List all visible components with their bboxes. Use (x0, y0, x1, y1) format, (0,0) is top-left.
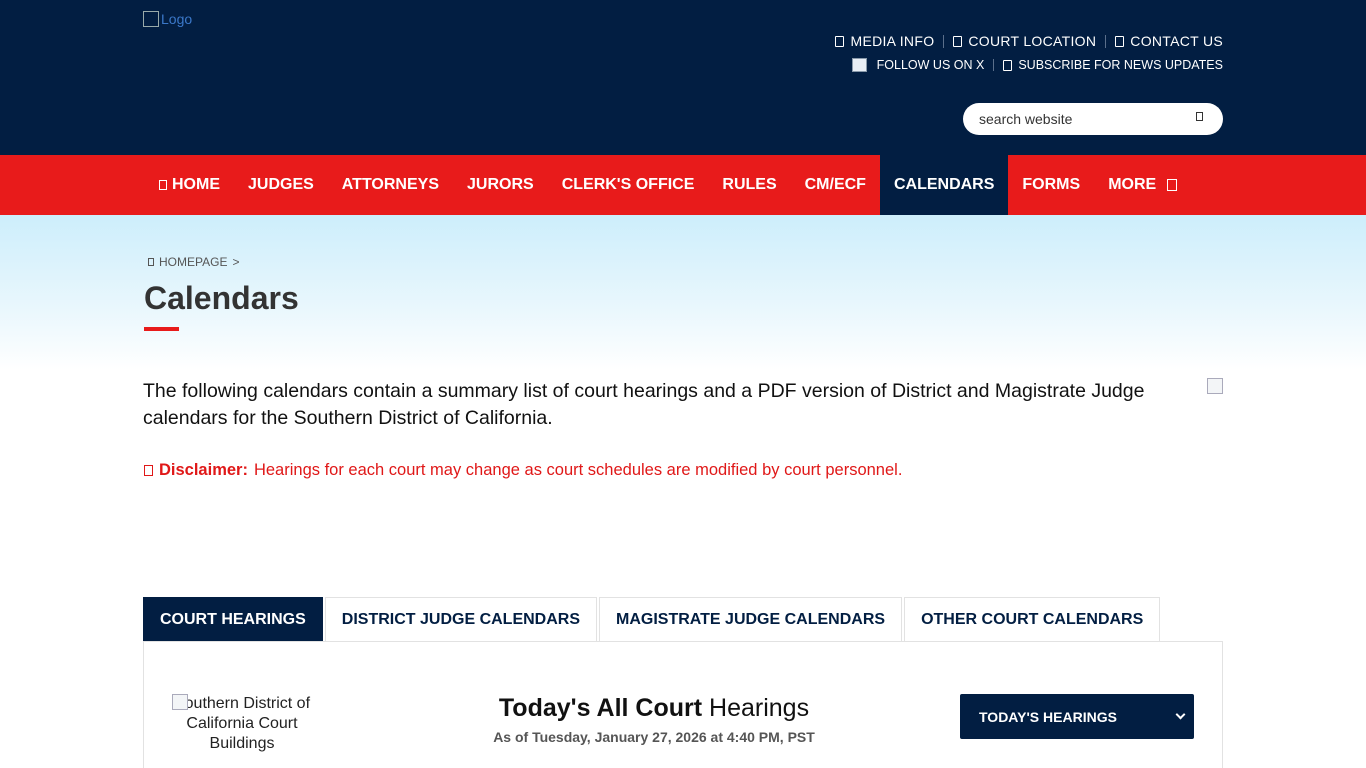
tab-district-judge-calendars[interactable]: DISTRICT JUDGE CALENDARS (324, 597, 598, 642)
logo-alt-text: Logo (161, 11, 193, 27)
breadcrumb: HOMEPAGE > (148, 255, 239, 269)
media-info-label: MEDIA INFO (850, 33, 935, 49)
subscribe-news-label: SUBSCRIBE FOR NEWS UPDATES (1018, 58, 1223, 72)
nav-item-forms[interactable]: FORMS (1008, 155, 1094, 215)
disclaimer-label: Disclaimer: (159, 461, 248, 479)
page-hero: HOMEPAGE > Calendars (0, 215, 1366, 370)
contact-us-label: CONTACT US (1130, 33, 1223, 49)
logo-image-icon (143, 11, 159, 27)
nav-label: JURORS (467, 176, 534, 193)
main-nav: HOME JUDGES ATTORNEYS JURORS CLERK'S OFF… (0, 155, 1366, 215)
hearings-title-bold: Today's All Court (498, 694, 703, 722)
hearings-as-of: As of Tuesday, January 27, 2026 at 4:40 … (493, 729, 815, 745)
site-logo[interactable]: Logo (143, 11, 192, 27)
media-info-icon (835, 35, 845, 47)
court-location-label: COURT LOCATION (968, 33, 1097, 49)
warning-icon (144, 465, 153, 476)
nav-label: CLERK'S OFFICE (561, 176, 695, 193)
breadcrumb-home-link[interactable]: HOMEPAGE (159, 255, 227, 269)
home-icon (148, 258, 154, 266)
social-links: FOLLOW US ON X SUBSCRIBE FOR NEWS UPDATE… (851, 58, 1223, 72)
court-location-link[interactable]: COURT LOCATION (953, 33, 1096, 49)
title-underline (144, 327, 179, 331)
search-input[interactable] (963, 111, 1178, 127)
hearings-title-rest: Hearings (709, 694, 810, 722)
nav-label: MORE (1108, 176, 1157, 193)
nav-label: CM/ECF (804, 176, 866, 193)
follow-us-x-link[interactable]: FOLLOW US ON X (851, 58, 985, 72)
x-logo-icon (851, 58, 867, 72)
nav-label: ATTORNEYS (341, 176, 439, 193)
nav-label: JUDGES (248, 176, 314, 193)
disclaimer: Disclaimer: Hearings for each court may … (144, 461, 902, 480)
nav-item-more[interactable]: MORE (1094, 155, 1191, 215)
subscribe-news-link[interactable]: SUBSCRIBE FOR NEWS UPDATES (1003, 58, 1223, 72)
follow-us-x-label: FOLLOW US ON X (876, 58, 985, 72)
nav-label: CALENDARS (893, 176, 995, 193)
media-info-link[interactable]: MEDIA INFO (835, 33, 934, 49)
nav-item-judges[interactable]: JUDGES (234, 155, 328, 215)
envelope-icon (1115, 35, 1125, 47)
nav-item-rules[interactable]: RULES (708, 155, 790, 215)
bell-icon (1003, 59, 1013, 71)
divider (1105, 34, 1107, 48)
tab-other-court-calendars[interactable]: OTHER COURT CALENDARS (904, 597, 1161, 642)
divider (993, 59, 995, 71)
hearings-filter-select[interactable]: TODAY'S HEARINGS (960, 694, 1194, 739)
tab-court-hearings[interactable]: COURT HEARINGS (143, 597, 323, 642)
hearings-title: Today's All Court Hearings (354, 694, 954, 723)
tab-magistrate-judge-calendars[interactable]: MAGISTRATE JUDGE CALENDARS (599, 597, 903, 642)
calendar-tabs: COURT HEARINGS DISTRICT JUDGE CALENDARS … (143, 597, 1161, 642)
divider (943, 34, 945, 48)
contact-us-link[interactable]: CONTACT US (1115, 33, 1223, 49)
breadcrumb-separator: > (232, 255, 240, 269)
building-alt-text: Southern District of California Court Bu… (173, 695, 311, 752)
disclaimer-text: Hearings for each court may change as co… (253, 461, 903, 479)
nav-item-cmecf[interactable]: CM/ECF (791, 155, 880, 215)
court-buildings-image: Southern District of California Court Bu… (172, 694, 312, 754)
side-image-icon (1207, 378, 1223, 394)
nav-label: HOME (172, 176, 220, 193)
search-icon[interactable] (1196, 112, 1203, 121)
nav-item-clerks-office[interactable]: CLERK'S OFFICE (548, 155, 709, 215)
nav-item-home[interactable]: HOME (145, 155, 234, 215)
nav-label: RULES (722, 176, 777, 193)
nav-item-calendars[interactable]: CALENDARS (879, 155, 1009, 215)
site-header: Logo MEDIA INFO COURT LOCATION CONTACT U… (0, 0, 1366, 155)
search-box (963, 103, 1223, 135)
utility-links: MEDIA INFO COURT LOCATION CONTACT US (835, 33, 1223, 49)
building-image-icon (172, 694, 188, 710)
nav-item-attorneys[interactable]: ATTORNEYS (328, 155, 453, 215)
more-menu-icon (1167, 179, 1178, 191)
page-title: Calendars (144, 280, 299, 316)
intro-text: The following calendars contain a summar… (143, 380, 1145, 429)
nav-item-jurors[interactable]: JURORS (453, 155, 548, 215)
court-hearings-panel: Southern District of California Court Bu… (143, 641, 1223, 768)
hearings-select-value: TODAY'S HEARINGS (979, 708, 1117, 725)
home-icon (159, 180, 167, 190)
map-marker-icon (953, 35, 963, 47)
nav-label: FORMS (1022, 176, 1081, 193)
chevron-down-icon (1175, 709, 1186, 720)
